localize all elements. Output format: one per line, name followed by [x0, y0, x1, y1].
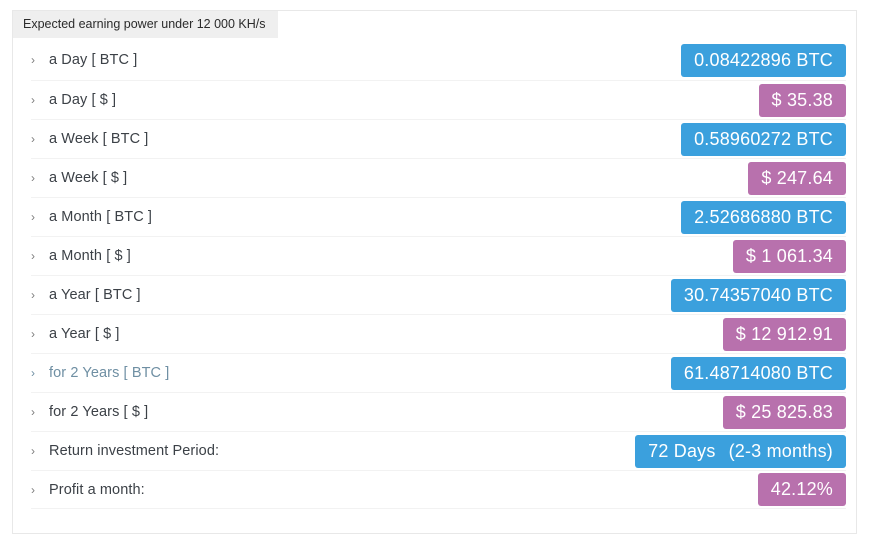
- earnings-row-value: $ 35.38: [771, 89, 833, 110]
- earnings-row-value-secondary: (2-3 months): [728, 440, 833, 461]
- earnings-row[interactable]: › a Day [ BTC ] 0.08422896 BTC: [31, 40, 846, 80]
- earnings-row-value: $ 25 825.83: [735, 401, 833, 422]
- earnings-row-value: 0.58960272 BTC: [694, 128, 833, 149]
- chevron-right-icon: ›: [31, 210, 35, 224]
- earnings-row[interactable]: › a Month [ BTC ] 2.52686880 BTC: [31, 197, 846, 236]
- chevron-right-icon: ›: [31, 93, 35, 107]
- earnings-row-label: a Week [ BTC ]: [49, 131, 149, 147]
- earnings-row-value: 42.12%: [770, 479, 833, 499]
- chevron-right-icon: ›: [31, 171, 35, 185]
- earnings-row-value-badge: $ 25 825.83: [722, 395, 846, 429]
- earnings-row-label: a Day [ BTC ]: [49, 52, 138, 68]
- earnings-row-value-badge: 0.08422896 BTC: [681, 43, 846, 77]
- chevron-right-icon: ›: [31, 366, 35, 380]
- earnings-row-value: 72 Days: [648, 440, 716, 461]
- earnings-row-value: 61.48714080 BTC: [683, 362, 833, 383]
- earnings-row[interactable]: › for 2 Years [ BTC ] 61.48714080 BTC: [31, 353, 846, 392]
- chevron-right-icon: ›: [31, 405, 35, 419]
- earnings-row-label: for 2 Years [ BTC ]: [49, 365, 170, 381]
- earnings-row-label: a Year [ BTC ]: [49, 287, 141, 303]
- earnings-row[interactable]: › Profit a month: 42.12%: [31, 470, 846, 509]
- earnings-row-label: a Month [ $ ]: [49, 248, 131, 264]
- earnings-row-value-badge: 42.12%: [757, 473, 846, 506]
- chevron-right-icon: ›: [31, 53, 35, 67]
- earnings-row-value: $ 247.64: [761, 167, 833, 188]
- earnings-row[interactable]: › Return investment Period: 72 Days (2-3 mo…: [31, 431, 846, 470]
- earnings-row-value: $ 12 912.91: [735, 323, 833, 344]
- earnings-row-label: Profit a month:: [49, 481, 145, 498]
- chevron-right-icon: ›: [31, 249, 35, 263]
- earnings-row-value: 0.08422896 BTC: [694, 49, 833, 70]
- earnings-row-label: a Month [ BTC ]: [49, 209, 153, 225]
- earnings-row-label: a Week [ $ ]: [49, 170, 128, 186]
- earnings-row-value-badge: $ 1 061.34: [732, 239, 846, 273]
- earnings-row-value-badge: $ 247.64: [748, 161, 846, 195]
- earnings-row-value-badge: 61.48714080 BTC: [670, 356, 846, 390]
- panel-header-tab[interactable]: Expected earning power under 12 000 KH/s: [13, 11, 278, 38]
- earnings-row[interactable]: › a Week [ BTC ] 0.58960272 BTC: [31, 119, 846, 158]
- earnings-row[interactable]: › a Year [ $ ] $ 12 912.91: [31, 314, 846, 353]
- earnings-row-value-badge: $ 35.38: [758, 83, 846, 117]
- chevron-right-icon: ›: [31, 327, 35, 341]
- earnings-row-value-badge: 30.74357040 BTC: [670, 278, 846, 312]
- earnings-row[interactable]: › a Month [ $ ] $ 1 061.34: [31, 236, 846, 275]
- earnings-row-list: › a Day [ BTC ] 0.08422896 BTC › a Day [ $ ]…: [13, 40, 856, 509]
- earnings-row-label: a Year [ $ ]: [49, 326, 120, 342]
- earnings-row-label: a Day [ $ ]: [49, 92, 117, 108]
- earnings-row[interactable]: › for 2 Years [ $ ] $ 25 825.83: [31, 392, 846, 431]
- earnings-row-label: Return investment Period:: [49, 443, 220, 459]
- earnings-row-value-badge: 0.58960272 BTC: [681, 122, 846, 156]
- earnings-row-label: for 2 Years [ $ ]: [49, 404, 149, 420]
- earnings-row[interactable]: › a Day [ $ ] $ 35.38: [31, 80, 846, 119]
- earnings-row-value: $ 1 061.34: [745, 245, 833, 266]
- chevron-right-icon: ›: [31, 132, 35, 146]
- chevron-right-icon: ›: [31, 482, 35, 497]
- earnings-row-value-badge: 72 Days (2-3 months): [635, 434, 846, 468]
- panel-header: Expected earning power under 12 000 KH/s: [13, 11, 856, 40]
- earnings-row-value: 2.52686880 BTC: [694, 206, 833, 227]
- earnings-row-value-badge: $ 12 912.91: [722, 317, 846, 351]
- earning-power-panel: Expected earning power under 12 000 KH/s…: [12, 10, 857, 534]
- earnings-row[interactable]: › a Week [ $ ] $ 247.64: [31, 158, 846, 197]
- earnings-row[interactable]: › a Year [ BTC ] 30.74357040 BTC: [31, 275, 846, 314]
- earnings-row-value-badge: 2.52686880 BTC: [681, 200, 846, 234]
- chevron-right-icon: ›: [31, 288, 35, 302]
- chevron-right-icon: ›: [31, 444, 35, 458]
- earnings-row-value: 30.74357040 BTC: [683, 284, 833, 305]
